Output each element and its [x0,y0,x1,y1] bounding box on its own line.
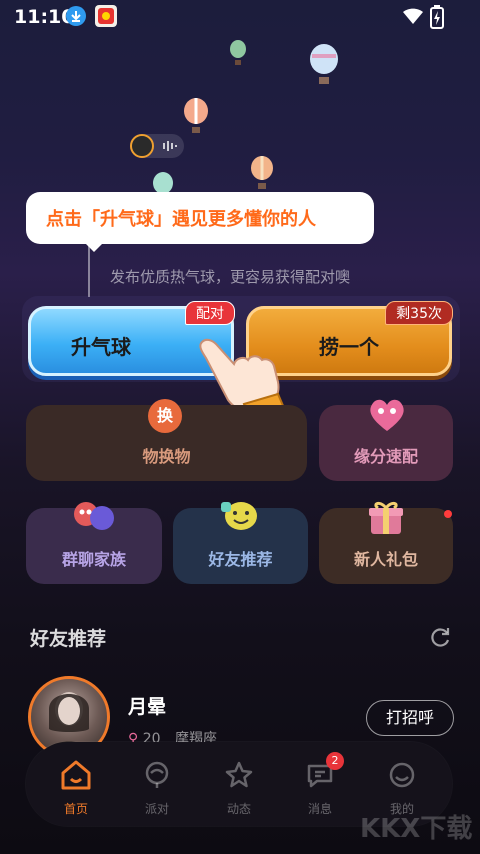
friend-name: 月晕 [128,696,167,718]
refresh-icon[interactable] [428,625,452,649]
tip-text: 点击「升气球」遇见更多懂你的人 [46,209,316,230]
new-dot [444,510,452,518]
tab-home-label: 首页 [63,802,88,816]
tab-moments[interactable]: 动态 [209,758,269,818]
tab-messages[interactable]: 2 消息 [290,752,350,818]
greet-button[interactable]: 打招呼 [366,700,454,736]
heart-face-icon [370,399,404,431]
match-badge: 配对 [185,301,235,325]
sound-wave-icon [163,141,177,151]
profile-face-icon [389,762,415,788]
avatar [130,134,154,158]
balloon-icon [310,44,338,84]
group-chat-label: 群聊家族 [61,550,126,569]
wifi-icon [402,7,424,29]
gift-box-icon [369,501,403,534]
download-icon [66,6,86,26]
exchange-card[interactable]: 换 物换物 [26,399,307,481]
chat-bubbles-icon [74,502,114,530]
match-card[interactable]: 缘分速配 [319,399,453,481]
remaining-count-badge: 剩35次 [385,301,453,325]
publish-hint: 发布优质热气球，更容易获得配对噢 [110,268,351,286]
balloon-scene [0,34,480,294]
newbie-gift-label: 新人礼包 [353,550,418,569]
tip-tail [84,242,104,252]
status-bar: 11:10 [0,0,480,34]
tab-home[interactable]: 首页 [46,758,106,818]
party-icon [145,761,169,788]
home-icon [61,760,91,790]
section-title: 好友推荐 [30,628,107,650]
smile-face-icon [221,502,257,530]
tab-messages-label: 消息 [307,802,332,816]
friend-recommend-label: 好友推荐 [208,550,273,569]
voice-bubble [130,134,184,158]
match-label: 缘分速配 [353,447,418,466]
balloon-icon [184,98,208,133]
balloon-icon [230,40,246,65]
exchange-label: 物换物 [142,447,191,466]
raise-balloon-label: 升气球 [71,335,131,359]
exchange-icon: 换 [148,399,182,433]
watermark: KKX下载 [360,814,473,844]
message-count-badge: 2 [326,752,344,770]
star-icon [225,761,253,788]
balloon-icon [251,156,273,189]
battery-icon [430,5,444,33]
newbie-gift-card[interactable]: 新人礼包 [319,501,453,584]
group-chat-card[interactable]: 群聊家族 [26,502,162,584]
tab-moments-label: 动态 [226,802,251,816]
tab-party-label: 派对 [144,802,169,816]
app-notification-icon [95,5,117,27]
tab-party[interactable]: 派对 [127,758,187,818]
tip-bubble: 点击「升气球」遇见更多懂你的人 [26,192,374,252]
friend-recommend-card[interactable]: 好友推荐 [173,502,308,584]
balloon-rope [88,245,90,297]
